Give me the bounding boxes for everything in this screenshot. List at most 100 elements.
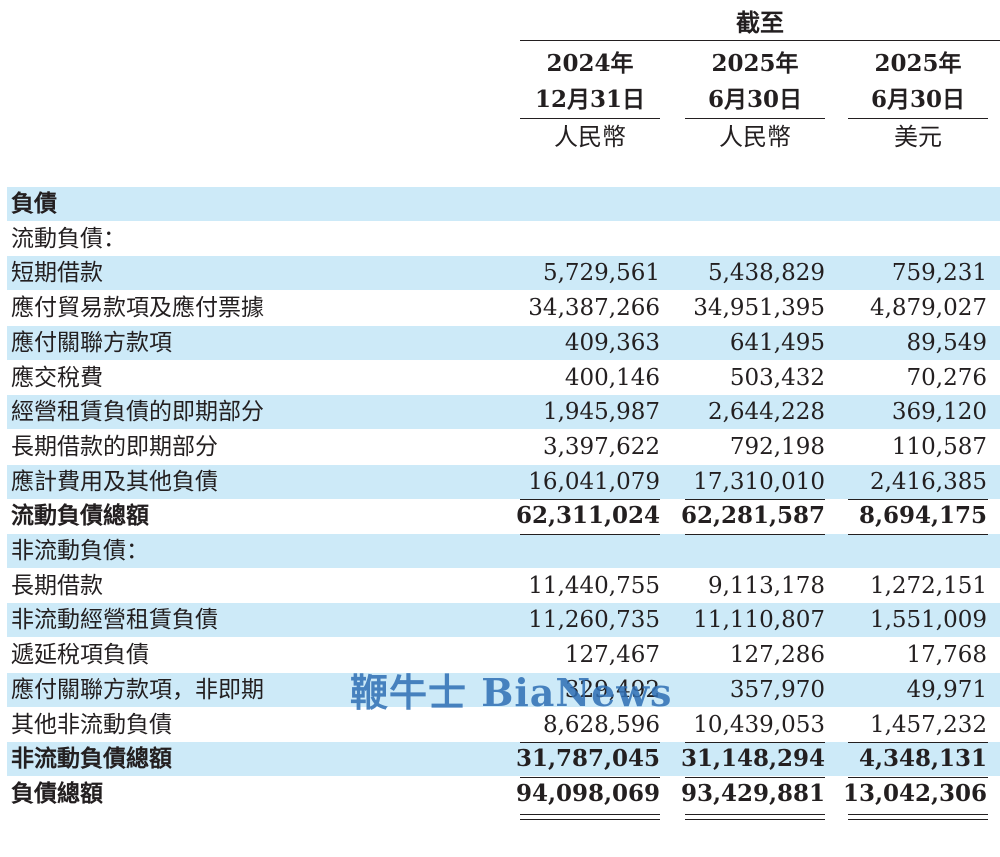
table-row: 長期借款的即期部分 3,397,622 792,198 110,587 bbox=[7, 430, 1000, 464]
row-value: 4,348,131 bbox=[858, 745, 987, 773]
table-row: 長期借款 11,440,755 9,113,178 1,272,151 bbox=[7, 569, 1000, 603]
column-date: 6月30日 bbox=[685, 82, 825, 119]
row-value: 9,113,178 bbox=[707, 572, 825, 599]
underline-rule bbox=[848, 742, 988, 744]
table-row: 短期借款 5,729,561 5,438,829 759,231 bbox=[7, 256, 1000, 291]
column-header: 2024年 12月31日 人民幣 bbox=[520, 46, 660, 155]
row-label: 應付貿易款項及應付票據 bbox=[11, 295, 264, 322]
row-value: 93,429,881 bbox=[680, 779, 825, 807]
row-value: 10,439,053 bbox=[693, 711, 825, 738]
row-value: 31,787,045 bbox=[515, 745, 660, 773]
row-value: 357,970 bbox=[729, 676, 825, 703]
row-value: 62,281,587 bbox=[680, 502, 825, 530]
row-label: 流動負債： bbox=[11, 225, 126, 252]
underline-rule bbox=[520, 534, 660, 535]
column-year: 2024年 bbox=[546, 50, 634, 77]
row-value: 641,495 bbox=[729, 329, 825, 356]
row-value: 127,286 bbox=[729, 642, 825, 669]
row-label: 非流動負債總額 bbox=[11, 746, 172, 773]
row-value: 5,729,561 bbox=[542, 260, 660, 287]
row-value: 34,951,395 bbox=[693, 295, 825, 322]
row-value: 8,694,175 bbox=[858, 502, 987, 530]
row-label: 長期借款 bbox=[11, 572, 103, 599]
table-row: 非流動經營租賃負債 11,260,735 11,110,807 1,551,009 bbox=[7, 603, 1000, 638]
table-row: 負債總額 94,098,069 93,429,881 13,042,306 bbox=[7, 777, 1000, 811]
row-value: 62,311,024 bbox=[515, 502, 660, 530]
row-label: 應付關聯方款項，非即期 bbox=[11, 676, 264, 703]
row-label: 負債總額 bbox=[11, 780, 103, 807]
underline-rule bbox=[520, 499, 660, 501]
row-label: 應交稅費 bbox=[11, 364, 103, 391]
table-row: 非流動負債： bbox=[7, 534, 1000, 568]
row-value: 1,945,987 bbox=[542, 399, 660, 426]
row-value: 11,440,755 bbox=[528, 572, 660, 599]
row-value: 34,387,266 bbox=[528, 295, 660, 322]
row-value: 409,363 bbox=[564, 329, 660, 356]
double-underline-rule bbox=[520, 813, 660, 820]
row-value: 11,110,807 bbox=[693, 607, 825, 634]
table-row: 應計費用及其他負債 16,041,079 17,310,010 2,416,385 bbox=[7, 464, 1000, 499]
header-title: 截至 bbox=[520, 6, 1000, 41]
table-row: 應付關聯方款項 409,363 641,495 89,549 bbox=[7, 325, 1000, 360]
row-value: 17,310,010 bbox=[693, 468, 825, 495]
row-label: 遞延稅項負債 bbox=[11, 642, 149, 669]
row-label: 應付關聯方款項 bbox=[11, 329, 172, 356]
row-value: 49,971 bbox=[906, 676, 987, 703]
row-value: 13,042,306 bbox=[842, 779, 987, 807]
row-value: 17,768 bbox=[906, 642, 987, 669]
row-label: 經營租賃負債的即期部分 bbox=[11, 399, 264, 426]
column-year: 2025年 bbox=[711, 50, 799, 77]
column-currency: 美元 bbox=[894, 123, 942, 151]
table-row: 負債 bbox=[7, 187, 1000, 221]
column-date: 12月31日 bbox=[520, 82, 660, 119]
underline-rule bbox=[848, 776, 988, 778]
column-currency: 人民幣 bbox=[719, 123, 791, 151]
row-label: 短期借款 bbox=[11, 260, 103, 287]
table-row: 應交稅費 400,146 503,432 70,276 bbox=[7, 361, 1000, 395]
table-row: 流動負債總額 62,311,024 62,281,587 8,694,175 bbox=[7, 499, 1000, 533]
row-value: 16,041,079 bbox=[528, 468, 660, 495]
row-value: 400,146 bbox=[564, 364, 660, 391]
row-value: 5,438,829 bbox=[707, 260, 825, 287]
row-value: 2,416,385 bbox=[869, 468, 987, 495]
row-value: 89,549 bbox=[906, 329, 987, 356]
underline-rule bbox=[685, 534, 825, 535]
row-value: 759,231 bbox=[891, 260, 987, 287]
watermark-logo: 鞭牛士 BiaNews bbox=[350, 670, 673, 715]
row-value: 4,879,027 bbox=[869, 295, 987, 322]
row-value: 1,272,151 bbox=[869, 572, 987, 599]
row-value: 503,432 bbox=[729, 364, 825, 391]
underline-rule bbox=[848, 499, 988, 501]
column-currency: 人民幣 bbox=[554, 123, 626, 151]
row-label: 負債 bbox=[11, 191, 57, 217]
row-value: 369,120 bbox=[891, 399, 987, 426]
row-label: 流動負債總額 bbox=[11, 503, 149, 530]
column-date: 6月30日 bbox=[848, 82, 988, 119]
row-label: 應計費用及其他負債 bbox=[11, 468, 218, 495]
row-label: 長期借款的即期部分 bbox=[11, 433, 218, 460]
row-label: 非流動經營租賃負債 bbox=[11, 607, 218, 634]
table-row: 經營租賃負債的即期部分 1,945,987 2,644,228 369,120 bbox=[7, 395, 1000, 430]
underline-rule bbox=[848, 534, 988, 535]
row-label: 非流動負債： bbox=[11, 538, 149, 564]
row-value: 31,148,294 bbox=[680, 745, 825, 773]
table-row: 流動負債： bbox=[7, 222, 1000, 256]
table-row: 非流動負債總額 31,787,045 31,148,294 4,348,131 bbox=[7, 742, 1000, 777]
underline-rule bbox=[685, 499, 825, 501]
double-underline-rule bbox=[848, 813, 988, 820]
table-row: 應付貿易款項及應付票據 34,387,266 34,951,395 4,879,027 bbox=[7, 291, 1000, 325]
row-value: 792,198 bbox=[729, 433, 825, 460]
row-value: 94,098,069 bbox=[515, 779, 660, 807]
column-header: 2025年 6月30日 美元 bbox=[848, 46, 988, 155]
row-value: 2,644,228 bbox=[707, 399, 825, 426]
underline-rule bbox=[685, 742, 825, 744]
underline-rule bbox=[685, 776, 825, 778]
row-label: 其他非流動負債 bbox=[11, 711, 172, 738]
row-value: 110,587 bbox=[891, 433, 987, 460]
row-value: 70,276 bbox=[906, 364, 987, 391]
double-underline-rule bbox=[685, 813, 825, 820]
row-value: 3,397,622 bbox=[542, 433, 660, 460]
underline-rule bbox=[520, 776, 660, 778]
column-year: 2025年 bbox=[874, 50, 962, 77]
column-header: 2025年 6月30日 人民幣 bbox=[685, 46, 825, 155]
